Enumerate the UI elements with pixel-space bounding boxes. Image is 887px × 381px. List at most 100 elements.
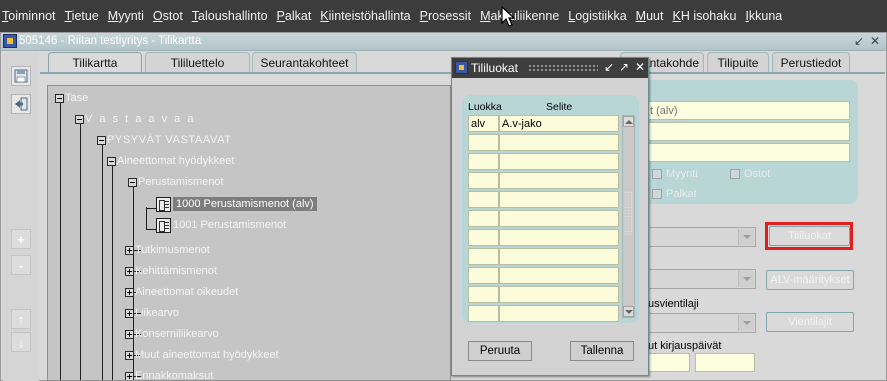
- menu-item[interactable]: Myynti: [108, 9, 144, 23]
- selite-cell[interactable]: [499, 248, 619, 265]
- checkbox-ostot[interactable]: Ostot: [730, 168, 770, 180]
- expand-icon[interactable]: [125, 245, 134, 255]
- tree-node-kehittamismenot[interactable]: Kehittämismenot: [125, 263, 217, 279]
- alv-select[interactable]: [648, 269, 756, 289]
- tree-node-1001[interactable]: 1001 Perustamismenot: [156, 215, 286, 235]
- dialog-titlebar[interactable]: Tililuokat ↙ ↗ ✕: [452, 58, 648, 78]
- tree-node-muut-aineettomat[interactable]: Muut aineettomat hyödykkeet: [125, 347, 279, 363]
- vientilaji-select[interactable]: [648, 313, 756, 333]
- selite-cell[interactable]: [499, 286, 619, 303]
- selite-cell[interactable]: [499, 134, 619, 151]
- menu-item[interactable]: Prosessit: [420, 9, 471, 23]
- chevron-down-icon[interactable]: [738, 315, 754, 331]
- luokka-cell[interactable]: [468, 286, 499, 303]
- cancel-button[interactable]: Peruuta: [468, 341, 532, 361]
- tab-perustiedot[interactable]: Perustiedot: [772, 52, 850, 72]
- luokka-cell[interactable]: [468, 267, 499, 284]
- checkbox-palkat[interactable]: Palkat: [652, 188, 697, 200]
- maximize-icon[interactable]: ↗: [619, 60, 629, 74]
- vertical-scrollbar[interactable]: [622, 115, 635, 318]
- tree-node-konserniliikearvo[interactable]: Konserniliikearvo: [125, 326, 219, 342]
- tree-node-tutkimusmenot[interactable]: Tutkimusmenot: [125, 242, 210, 258]
- checkbox-myynti[interactable]: Myynti: [652, 168, 698, 180]
- expand-icon[interactable]: [125, 371, 134, 380]
- minimize-icon[interactable]: ↙: [604, 60, 614, 74]
- account-name-field[interactable]: t (alv): [646, 101, 850, 120]
- selite-cell[interactable]: [499, 210, 619, 227]
- menu-item[interactable]: Toiminnot: [2, 9, 56, 23]
- tree-node-perustamismenot[interactable]: Perustamismenot: [128, 174, 224, 190]
- exit-icon[interactable]: [11, 94, 31, 114]
- vientilajit-button[interactable]: Vientilajit: [766, 312, 854, 332]
- menu-item[interactable]: Taloushallinto: [192, 9, 268, 23]
- luokka-cell[interactable]: [468, 172, 499, 189]
- account-name-field-3[interactable]: [646, 143, 850, 162]
- kirjauspaiva-from-field[interactable]: [648, 353, 690, 372]
- expand-icon[interactable]: [125, 350, 134, 360]
- menu-item[interactable]: Muut: [636, 9, 664, 23]
- tree-node-1000[interactable]: 1000 Perustamismenot (alv): [156, 194, 317, 214]
- luokka-cell[interactable]: [468, 134, 499, 151]
- tililuokka-select[interactable]: [648, 227, 756, 247]
- tree-node-aineettomat-oikeudet[interactable]: Aineettomat oikeudet: [125, 284, 238, 300]
- selite-cell[interactable]: [499, 172, 619, 189]
- expand-icon[interactable]: [125, 287, 134, 297]
- luokka-cell[interactable]: [468, 153, 499, 170]
- kirjauspaiva-to-field[interactable]: [695, 353, 755, 372]
- menu-item[interactable]: KH isohaku: [672, 9, 736, 23]
- luokka-cell[interactable]: [468, 248, 499, 265]
- collapse-icon[interactable]: [107, 156, 116, 166]
- menu-item[interactable]: Tietue: [65, 9, 99, 23]
- collapse-minus-button[interactable]: -: [11, 255, 31, 275]
- tree-node-vastaavaa[interactable]: V a s t a a v a a: [75, 111, 195, 127]
- menu-item[interactable]: Logistiikka: [568, 9, 626, 23]
- scroll-up-icon[interactable]: [623, 116, 634, 127]
- alv-maaritykset-button[interactable]: ALV-määritykset: [766, 270, 854, 290]
- tree-node-liikearvo[interactable]: Liikearvo: [125, 305, 179, 321]
- move-down-button[interactable]: ↓: [11, 332, 31, 352]
- selite-cell[interactable]: [499, 191, 619, 208]
- menu-item[interactable]: Palkat: [277, 9, 312, 23]
- expand-icon[interactable]: [125, 329, 134, 339]
- save-icon[interactable]: [11, 66, 31, 86]
- selite-cell[interactable]: [499, 305, 619, 322]
- luokka-cell[interactable]: alv: [468, 115, 499, 132]
- expand-icon[interactable]: [125, 308, 134, 318]
- collapse-icon[interactable]: [75, 114, 84, 124]
- tree-node-ennakkomaksut[interactable]: Ennakkomaksut: [125, 368, 213, 380]
- scroll-thumb[interactable]: [624, 191, 633, 235]
- selite-cell[interactable]: [499, 229, 619, 246]
- tree-node-tase[interactable]: Tase: [55, 90, 88, 106]
- collapse-icon[interactable]: [97, 135, 106, 145]
- menu-item[interactable]: Kiinteistöhallinta: [320, 9, 410, 23]
- menu-item[interactable]: Ikkuna: [745, 9, 782, 23]
- luokka-cell[interactable]: [468, 191, 499, 208]
- tab-tililuettelo[interactable]: Tililuettelo: [145, 52, 250, 72]
- selite-cell[interactable]: [499, 267, 619, 284]
- chevron-down-icon[interactable]: [738, 271, 754, 287]
- tab-seurantakohteet[interactable]: Seurantakohteet: [252, 52, 357, 72]
- menu-item[interactable]: Ostot: [153, 9, 183, 23]
- move-up-button[interactable]: ↑: [11, 309, 31, 329]
- luokka-cell[interactable]: [468, 229, 499, 246]
- drag-grip[interactable]: [528, 64, 598, 72]
- selite-cell[interactable]: [499, 153, 619, 170]
- expand-plus-button[interactable]: +: [11, 229, 31, 249]
- minimize-icon[interactable]: ↙: [854, 34, 864, 48]
- luokka-cell[interactable]: [468, 305, 499, 322]
- menu-item[interactable]: Maksuliikenne: [480, 9, 559, 23]
- selite-cell[interactable]: A.v-jako: [499, 115, 619, 132]
- chevron-down-icon[interactable]: [738, 229, 754, 245]
- tree-node-pysyvat-vastaavat[interactable]: PYSYVÄT VASTAAVAT: [97, 132, 232, 148]
- close-icon[interactable]: ✕: [870, 34, 880, 48]
- collapse-icon[interactable]: [55, 93, 64, 103]
- expand-icon[interactable]: [125, 266, 134, 276]
- luokka-cell[interactable]: [468, 210, 499, 227]
- tab-tilipuite[interactable]: Tilipuite: [707, 52, 769, 72]
- collapse-icon[interactable]: [128, 177, 137, 187]
- account-name-field-2[interactable]: [646, 122, 850, 141]
- scroll-down-icon[interactable]: [623, 306, 634, 317]
- close-icon[interactable]: ✕: [635, 60, 645, 74]
- tree-node-aineettomat-hyodykkeet[interactable]: Aineettomat hyödykkeet: [107, 153, 234, 169]
- save-button[interactable]: Tallenna: [570, 341, 634, 361]
